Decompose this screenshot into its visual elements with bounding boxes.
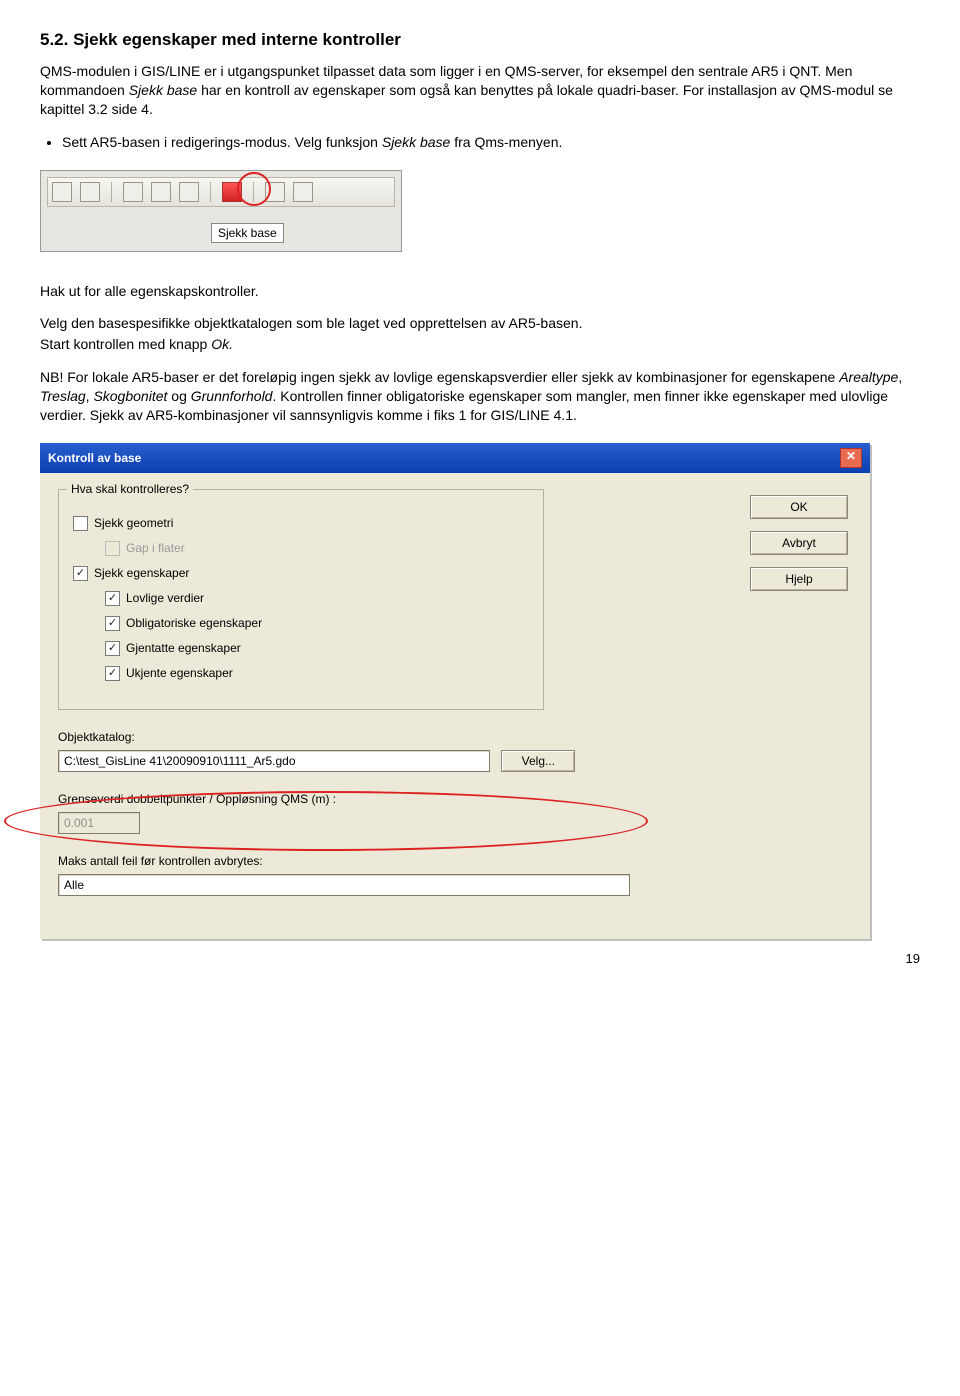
checkbox-row: ✓ Obligatoriske egenskaper [105, 616, 529, 631]
checkbox-row: Sjekk geometri [73, 516, 529, 531]
checkbox-lovlige-verdier[interactable]: ✓ [105, 591, 120, 606]
toolbar-strip [47, 177, 395, 207]
dialog-body: OK Avbryt Hjelp Hva skal kontrolleres? S… [40, 473, 870, 939]
checkbox-label: Obligatoriske egenskaper [126, 616, 262, 630]
button-column: OK Avbryt Hjelp [750, 495, 848, 591]
toolbar-button [179, 182, 199, 202]
text-italic: Ok. [211, 336, 233, 352]
checkbox-row: ✓ Lovlige verdier [105, 591, 529, 606]
close-icon[interactable]: ✕ [840, 448, 862, 468]
text: Sett AR5-basen i redigerings-modus. Velg… [62, 134, 382, 150]
checkbox-row: ✓ Sjekk egenskaper [73, 566, 529, 581]
list-item: Sett AR5-basen i redigerings-modus. Velg… [62, 133, 920, 152]
dialog-kontroll-av-base: Kontroll av base ✕ OK Avbryt Hjelp Hva s… [40, 443, 870, 939]
checkbox-label: Ukjente egenskaper [126, 666, 233, 680]
checkbox-label: Sjekk egenskaper [94, 566, 189, 580]
objektkatalog-input[interactable]: C:\test_GisLine 41\20090910\1111_Ar5.gdo [58, 750, 490, 772]
paragraph-1: QMS-modulen i GIS/LINE er i utgangspunke… [40, 62, 920, 119]
checkbox-sjekk-geometri[interactable] [73, 516, 88, 531]
avbryt-button[interactable]: Avbryt [750, 531, 848, 555]
toolbar-separator [210, 182, 211, 202]
checkbox-obligatoriske[interactable]: ✓ [105, 616, 120, 631]
checkbox-row: ✓ Gjentatte egenskaper [105, 641, 529, 656]
paragraph-3: Velg den basespesifikke objektkatalogen … [40, 314, 920, 333]
paragraph-4: Start kontrollen med knapp Ok. [40, 335, 920, 354]
paragraph-2: Hak ut for alle egenskapskontroller. [40, 282, 920, 301]
text-italic: Grunnforhold [191, 388, 273, 404]
toolbar-button [80, 182, 100, 202]
text: og [167, 388, 190, 404]
checkbox-row: Gap i flater [105, 541, 529, 556]
maks-antall-feil-input[interactable]: Alle [58, 874, 630, 896]
toolbar-button [293, 182, 313, 202]
group-hva-skal-kontrolleres: Hva skal kontrolleres? Sjekk geometri Ga… [58, 489, 544, 710]
section-heading: 5.2. Sjekk egenskaper med interne kontro… [40, 30, 920, 50]
text: , [898, 369, 902, 385]
hjelp-button[interactable]: Hjelp [750, 567, 848, 591]
tooltip: Sjekk base [211, 223, 284, 243]
checkbox-label: Gap i flater [126, 541, 185, 555]
text-italic: Arealtype [839, 369, 898, 385]
text: Start kontrollen med knapp [40, 336, 211, 352]
checkbox-label: Gjentatte egenskaper [126, 641, 241, 655]
grenseverdi-label: Grenseverdi dobbeltpunkter / Oppløsning … [58, 792, 852, 806]
toolbar-screenshot: Sjekk base [40, 170, 402, 252]
checkbox-sjekk-egenskaper[interactable]: ✓ [73, 566, 88, 581]
paragraph-5: NB! For lokale AR5-baser er det foreløpi… [40, 368, 920, 425]
checkbox-label: Sjekk geometri [94, 516, 173, 530]
red-circle-annotation [237, 172, 271, 206]
maks-antall-feil-label: Maks antall feil før kontrollen avbrytes… [58, 854, 852, 868]
checkbox-gjentatte[interactable]: ✓ [105, 641, 120, 656]
toolbar-button [123, 182, 143, 202]
text-italic: Sjekk base [382, 134, 450, 150]
text: fra Qms-menyen. [450, 134, 562, 150]
velg-button[interactable]: Velg... [501, 750, 575, 772]
checkbox-row: ✓ Ukjente egenskaper [105, 666, 529, 681]
dialog-titlebar: Kontroll av base ✕ [40, 443, 870, 473]
text-italic: Treslag [40, 388, 86, 404]
checkbox-gap-i-flater [105, 541, 120, 556]
page-number: 19 [40, 951, 920, 966]
text: NB! For lokale AR5-baser er det foreløpi… [40, 369, 839, 385]
checkbox-ukjente[interactable]: ✓ [105, 666, 120, 681]
bullet-list: Sett AR5-basen i redigerings-modus. Velg… [40, 133, 920, 152]
text-italic: Skogbonitet [93, 388, 167, 404]
checkbox-label: Lovlige verdier [126, 591, 204, 605]
groupbox-title: Hva skal kontrolleres? [67, 482, 193, 496]
text-italic: Sjekk base [129, 82, 197, 98]
dialog-title: Kontroll av base [48, 451, 141, 465]
ok-button[interactable]: OK [750, 495, 848, 519]
toolbar-button [52, 182, 72, 202]
objektkatalog-label: Objektkatalog: [58, 730, 852, 744]
toolbar-separator [111, 182, 112, 202]
toolbar-button [151, 182, 171, 202]
grenseverdi-input: 0.001 [58, 812, 140, 834]
